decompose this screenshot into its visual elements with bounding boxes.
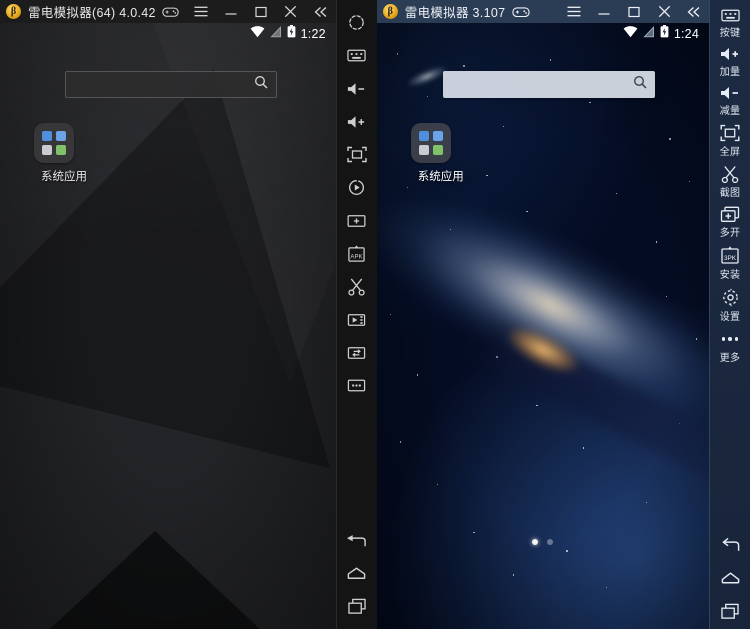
search-icon[interactable]: [254, 75, 268, 94]
maximize-button[interactable]: [246, 0, 276, 23]
wallpaper-vignette-left: [0, 23, 336, 629]
toolbar-right: 按键 加量 减量 全屏 截图 多开 3PK 安装 设置: [709, 0, 750, 629]
recents-icon[interactable]: [710, 594, 750, 629]
titlebar-left[interactable]: β 雷电模拟器(64) 4.0.42: [0, 0, 336, 23]
app-grid-icon: [411, 123, 451, 163]
sidebar-label: 加量: [720, 63, 741, 78]
apk-install-icon[interactable]: APK: [336, 237, 377, 270]
wallpaper-left: [0, 23, 336, 629]
sidebar-label: 截图: [720, 184, 741, 199]
app-grid-icon: [34, 123, 74, 163]
close-button[interactable]: [276, 0, 306, 23]
gamepad-icon[interactable]: [512, 6, 530, 18]
status-time-right: 1:24: [674, 27, 699, 41]
screenshot-icon[interactable]: [336, 270, 377, 303]
sidebar-label: 全屏: [720, 143, 741, 158]
app-logo-icon: β: [6, 4, 21, 19]
sync-icon[interactable]: [336, 6, 377, 39]
keyboard-icon[interactable]: 按键: [710, 4, 750, 42]
wifi-icon: [250, 25, 265, 43]
collapse-sidebar-button[interactable]: [679, 0, 709, 23]
back-icon[interactable]: [336, 530, 377, 563]
keyboard-icon[interactable]: [336, 39, 377, 72]
wifi-icon: [623, 25, 638, 43]
sidebar-label: 更多: [720, 349, 741, 364]
page-dot-1[interactable]: [532, 539, 538, 545]
multi-instance-icon[interactable]: 多开: [710, 202, 750, 242]
fullscreen-icon[interactable]: [336, 138, 377, 171]
search-icon[interactable]: [633, 75, 647, 94]
record-video-icon[interactable]: [336, 303, 377, 336]
svg-text:APK: APK: [351, 254, 363, 260]
recents-icon[interactable]: [336, 596, 377, 629]
rotate-icon[interactable]: [336, 171, 377, 204]
multi-instance-icon[interactable]: [336, 204, 377, 237]
sidebar-label: 按键: [720, 24, 741, 39]
window-title-left: 雷电模拟器(64) 4.0.42: [28, 2, 156, 21]
collapse-sidebar-button[interactable]: [306, 0, 336, 23]
settings-icon[interactable]: 设置: [710, 284, 750, 326]
sidebar-label: 减量: [720, 102, 741, 117]
signal-icon: [643, 25, 655, 43]
apk-install-icon[interactable]: 3PK 安装: [710, 242, 750, 284]
battery-charging-icon: [660, 25, 669, 43]
volume-up-icon[interactable]: [336, 105, 377, 138]
android-screen-right[interactable]: 1:24 系统应用: [377, 23, 709, 629]
app-label-left: 系统应用: [34, 168, 94, 184]
window-title-right: 雷电模拟器 3.107: [405, 2, 506, 21]
more-icon[interactable]: [336, 369, 377, 402]
menu-icon[interactable]: [186, 0, 216, 23]
menu-icon[interactable]: [559, 0, 589, 23]
screenshot-icon[interactable]: 截图: [710, 161, 750, 202]
search-input-left[interactable]: [65, 71, 277, 98]
home-icon[interactable]: [710, 562, 750, 594]
sidebar-label: 安装: [720, 266, 741, 281]
volume-up-icon[interactable]: 加量: [710, 42, 750, 81]
titlebar-right[interactable]: β 雷电模拟器 3.107: [377, 0, 709, 23]
app-icon-system-apps-left[interactable]: 系统应用: [34, 123, 94, 184]
android-screen-left[interactable]: 1:22 系统应用: [0, 23, 336, 629]
home-icon[interactable]: [336, 563, 377, 596]
more-dots: [722, 330, 739, 348]
android-status-bar-right: 1:24: [377, 23, 709, 45]
sidebar-label: 设置: [720, 308, 741, 323]
sidebar-label: 多开: [720, 224, 741, 239]
page-dot-2[interactable]: [547, 539, 553, 545]
minimize-button[interactable]: [589, 0, 619, 23]
app-icon-system-apps-right[interactable]: 系统应用: [411, 123, 471, 184]
android-status-bar-left: 1:22: [0, 23, 336, 45]
status-time-left: 1:22: [301, 27, 326, 41]
page-indicator[interactable]: [377, 539, 709, 545]
volume-down-icon[interactable]: [336, 72, 377, 105]
signal-icon: [270, 25, 282, 43]
minimize-button[interactable]: [216, 0, 246, 23]
close-button[interactable]: [649, 0, 679, 23]
svg-text:3PK: 3PK: [724, 255, 737, 262]
search-input-right[interactable]: [443, 71, 655, 98]
dual-emulator-screenshot: β 雷电模拟器(64) 4.0.42: [0, 0, 750, 629]
file-transfer-icon[interactable]: [336, 336, 377, 369]
gamepad-icon[interactable]: [156, 0, 186, 23]
maximize-button[interactable]: [619, 0, 649, 23]
battery-charging-icon: [287, 25, 296, 43]
emulator-window-left: β 雷电模拟器(64) 4.0.42: [0, 0, 336, 629]
app-logo-icon: β: [383, 4, 398, 19]
volume-down-icon[interactable]: 减量: [710, 81, 750, 120]
app-label-right: 系统应用: [411, 168, 471, 184]
toolbar-left: APK: [336, 0, 377, 629]
emulator-window-right: β 雷电模拟器 3.107: [377, 0, 709, 629]
back-icon[interactable]: [710, 528, 750, 562]
more-icon[interactable]: 更多: [710, 326, 750, 367]
fullscreen-icon[interactable]: 全屏: [710, 120, 750, 161]
